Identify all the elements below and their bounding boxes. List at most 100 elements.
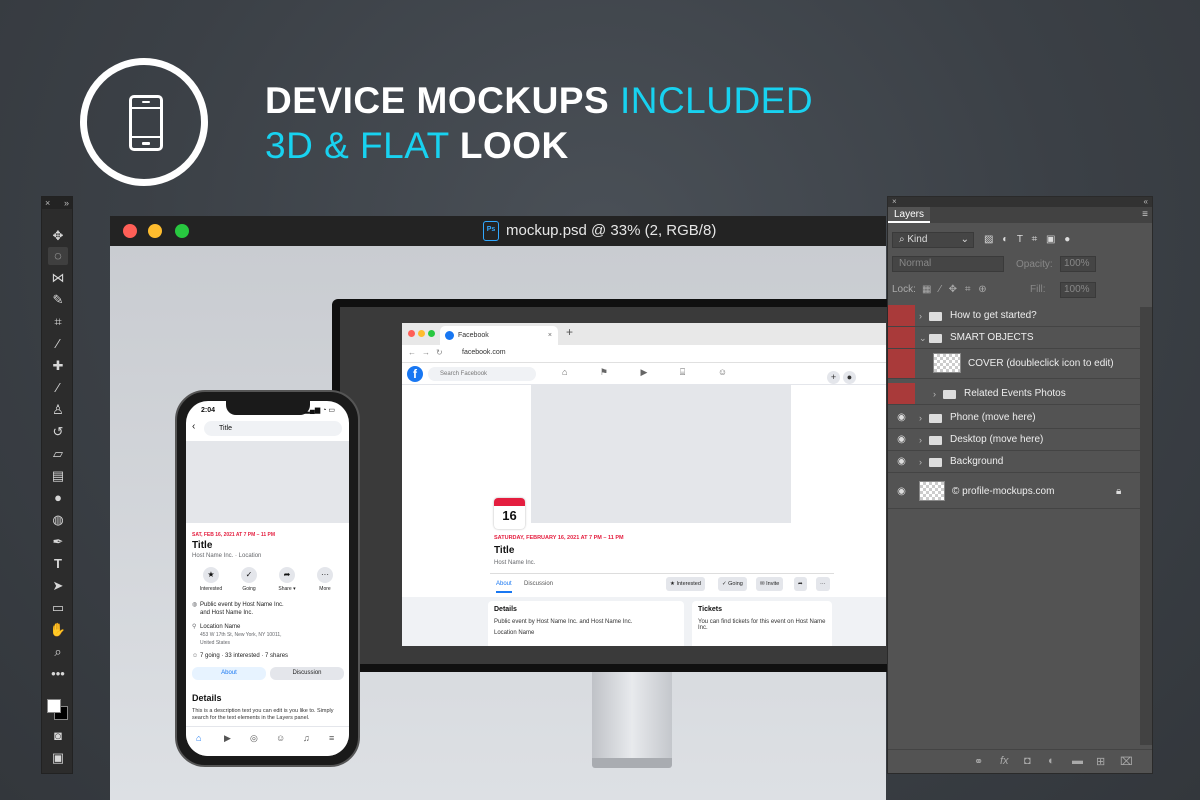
- move-tool-icon[interactable]: ✥: [48, 227, 68, 245]
- eye-icon[interactable]: ◉: [888, 407, 915, 428]
- new-tab-icon[interactable]: +: [566, 325, 573, 339]
- window-maximize-button[interactable]: [175, 224, 189, 238]
- visibility-toggle-hidden[interactable]: [888, 327, 915, 348]
- share-button[interactable]: ➦: [794, 577, 807, 591]
- layer-row[interactable]: ◉ © profile-mockups.com 🔒︎: [888, 475, 1140, 509]
- groups-icon[interactable]: ☺: [276, 733, 285, 743]
- monitor-stand-base: [592, 758, 672, 768]
- browser-nav-icons[interactable]: ←→↻: [408, 348, 449, 357]
- address-bar[interactable]: facebook.com: [462, 349, 506, 356]
- visibility-toggle-hidden[interactable]: [888, 349, 915, 378]
- dodge-tool-icon[interactable]: ◍: [48, 511, 68, 529]
- visibility-toggle-hidden[interactable]: [888, 383, 915, 404]
- attendance-stats: ☺ 7 going · 33 interested · 7 shares: [192, 653, 289, 659]
- new-layer-icon[interactable]: ⊞: [1096, 755, 1105, 768]
- filter-kind-select[interactable]: ⌕ Kind ⌄: [892, 232, 974, 248]
- phone-status-icons: ▂▄▆ ◔ ▭: [304, 407, 335, 414]
- more-tools-icon[interactable]: •••: [48, 665, 68, 683]
- phone-tab-about[interactable]: About: [192, 667, 266, 680]
- layer-row[interactable]: COVER (doubleclick icon to edit): [888, 349, 1140, 379]
- watch-icon[interactable]: ▶: [224, 733, 231, 744]
- create-icon[interactable]: +: [827, 371, 840, 384]
- layer-row[interactable]: ◉ › Phone (move here): [888, 407, 1140, 429]
- facebook-nav-icons[interactable]: ⌂ ⚑ ▶ ⌸ ☺: [562, 367, 727, 378]
- layers-scrollbar[interactable]: [1140, 307, 1152, 745]
- foreground-color-swatch[interactable]: [47, 699, 61, 713]
- opacity-input[interactable]: 100%: [1060, 256, 1096, 272]
- path-selection-icon[interactable]: ➤: [48, 577, 68, 595]
- phone-search-input[interactable]: Title: [204, 421, 342, 436]
- eye-icon[interactable]: ◉: [888, 451, 915, 472]
- messenger-icon[interactable]: ●: [843, 371, 856, 384]
- folder-icon: [929, 334, 942, 343]
- more-button[interactable]: ···: [816, 577, 830, 591]
- crop-tool-icon[interactable]: ⌗: [48, 313, 68, 331]
- menu-icon[interactable]: ≡: [329, 733, 334, 743]
- home-icon[interactable]: ⌂: [196, 733, 201, 743]
- quick-mask-icon[interactable]: ◙: [48, 727, 68, 745]
- trash-icon[interactable]: ⌧: [1120, 755, 1133, 768]
- quick-selection-icon[interactable]: ✎: [48, 291, 68, 309]
- brush-tool-icon[interactable]: ⁄: [48, 379, 68, 397]
- share-action[interactable]: ➦ Share ▾: [272, 567, 302, 592]
- going-action[interactable]: ✓ Going: [234, 567, 264, 592]
- expand-icon[interactable]: »: [64, 197, 69, 209]
- facebook-search-input[interactable]: Search Facebook: [428, 367, 536, 381]
- people-icon: ☺: [192, 653, 199, 659]
- fill-input[interactable]: 100%: [1060, 282, 1096, 298]
- link-layers-icon[interactable]: ⚭: [974, 755, 983, 768]
- new-group-icon[interactable]: ▬: [1072, 755, 1083, 767]
- lasso-tool-icon[interactable]: ◌: [48, 247, 68, 265]
- tab-about[interactable]: About: [496, 581, 512, 593]
- lock-icons[interactable]: ▦ ⁄ ✥ ⌗ ⊕: [922, 284, 987, 295]
- layer-row[interactable]: › How to get started?: [888, 305, 1140, 327]
- fx-icon[interactable]: fx: [1000, 755, 1009, 767]
- headline-line-2: 3D & FLAT LOOK: [265, 125, 569, 166]
- panel-collapse-icon[interactable]: «: [1144, 197, 1148, 207]
- zoom-tool-icon[interactable]: ⌕: [48, 643, 68, 661]
- interested-button[interactable]: ★ Interested: [666, 577, 705, 591]
- filter-icons[interactable]: ▨ ◐ T ⌗ ▣ ●: [984, 234, 1070, 245]
- gradient-tool-icon[interactable]: ▤: [48, 467, 68, 485]
- layer-row[interactable]: ◉ › Desktop (move here): [888, 429, 1140, 451]
- layer-row[interactable]: ◉ › Background: [888, 451, 1140, 473]
- rectangle-tool-icon[interactable]: ▭: [48, 599, 68, 617]
- facebook-logo-icon[interactable]: f: [407, 366, 423, 382]
- add-mask-icon[interactable]: ◘: [1024, 755, 1031, 767]
- phone-tab-discussion[interactable]: Discussion: [270, 667, 344, 680]
- healing-brush-icon[interactable]: ✚: [48, 357, 68, 375]
- blur-tool-icon[interactable]: ●: [48, 489, 68, 507]
- layer-row[interactable]: › Related Events Photos: [888, 383, 1140, 405]
- tab-layers[interactable]: Layers: [888, 207, 931, 223]
- visibility-toggle-hidden[interactable]: [888, 305, 915, 326]
- layer-row[interactable]: ⌄ SMART OBJECTS: [888, 327, 1140, 349]
- adjustment-layer-icon[interactable]: ◐: [1048, 755, 1055, 767]
- browser-tab[interactable]: Facebook ×: [440, 326, 558, 345]
- blend-mode-select[interactable]: Normal: [892, 256, 1004, 272]
- eyedropper-icon[interactable]: ⁄: [48, 335, 68, 353]
- select-subject-icon[interactable]: ⋈: [48, 269, 68, 287]
- window-close-button[interactable]: [123, 224, 137, 238]
- profile-icon[interactable]: ◎: [250, 733, 258, 744]
- going-button[interactable]: ✓ Going: [718, 577, 747, 591]
- screen-mode-icon[interactable]: ▣: [48, 749, 68, 767]
- tab-close-icon[interactable]: ×: [548, 326, 552, 345]
- tab-discussion[interactable]: Discussion: [524, 581, 553, 587]
- close-icon[interactable]: ×: [45, 197, 50, 209]
- eye-icon[interactable]: ◉: [888, 429, 915, 450]
- invite-button[interactable]: ✉ Invite: [756, 577, 784, 591]
- hand-tool-icon[interactable]: ✋: [48, 621, 68, 639]
- pen-tool-icon[interactable]: ✒: [48, 533, 68, 551]
- eye-icon[interactable]: ◉: [888, 475, 915, 508]
- type-tool-icon[interactable]: T: [48, 555, 68, 573]
- interested-action[interactable]: ★ Interested: [196, 567, 226, 592]
- window-minimize-button[interactable]: [148, 224, 162, 238]
- more-action[interactable]: ··· More: [310, 567, 340, 592]
- panel-menu-icon[interactable]: ≡: [1142, 209, 1148, 220]
- eraser-icon[interactable]: ▱: [48, 445, 68, 463]
- panel-close-icon[interactable]: ×: [892, 197, 897, 207]
- bell-icon[interactable]: ♫: [303, 733, 310, 743]
- back-arrow-icon[interactable]: ‹: [192, 421, 195, 432]
- clone-stamp-icon[interactable]: ♙: [48, 401, 68, 419]
- history-brush-icon[interactable]: ↺: [48, 423, 68, 441]
